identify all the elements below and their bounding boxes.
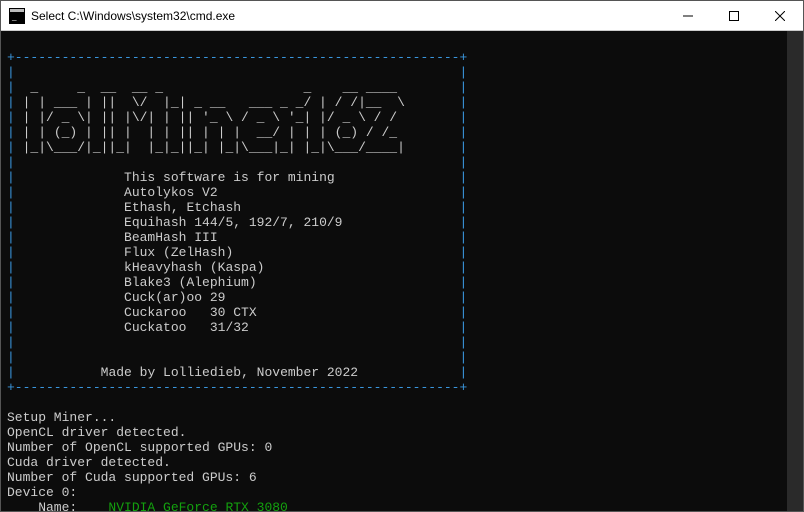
algo-item: Blake3 (Alephium) xyxy=(124,275,257,290)
gpu-name-label: Name: xyxy=(7,500,108,511)
box-border-side: | xyxy=(7,350,15,365)
box-border-side: | xyxy=(460,290,468,305)
box-border-side: | xyxy=(7,245,15,260)
status-line: Device 0: xyxy=(7,485,77,500)
cmd-window: _ Select C:\Windows\system32\cmd.exe +--… xyxy=(0,0,804,512)
box-border-side: | xyxy=(7,320,15,335)
box-border-side: | xyxy=(460,155,468,170)
algo-item: Cuck(ar)oo 29 xyxy=(124,290,225,305)
box-border-side: | xyxy=(460,230,468,245)
ascii-art-line: | |/ _ \| || |\/| | || '_ \ / _ \ '_| |/… xyxy=(15,110,413,125)
intro-text: This software is for mining xyxy=(124,170,335,185)
box-border-side: | xyxy=(460,350,468,365)
box-border-side: | xyxy=(7,275,15,290)
box-border-side: | xyxy=(460,305,468,320)
box-border-side: | xyxy=(7,230,15,245)
box-border-side: | xyxy=(460,320,468,335)
box-border-side: | xyxy=(7,215,15,230)
minimize-button[interactable] xyxy=(665,1,711,30)
box-border-side: | xyxy=(7,335,15,350)
box-border-side: | xyxy=(7,290,15,305)
box-border-side: | xyxy=(460,65,468,80)
box-border-side: | xyxy=(460,215,468,230)
algo-item: Autolykos V2 xyxy=(124,185,218,200)
algo-item: Ethash, Etchash xyxy=(124,200,241,215)
box-border-side: | xyxy=(7,65,15,80)
maximize-button[interactable] xyxy=(711,1,757,30)
window-title: Select C:\Windows\system32\cmd.exe xyxy=(31,9,235,23)
ascii-art-line: | | (_) | || | | | || | | | __/ | | | (_… xyxy=(15,125,413,140)
box-border-side: | xyxy=(460,140,468,155)
box-border-side: | xyxy=(460,200,468,215)
box-border-side: | xyxy=(7,260,15,275)
ascii-art-line: | | ___ | || \/ |_| _ __ ___ _ _/ | / /|… xyxy=(15,95,413,110)
svg-text:_: _ xyxy=(11,12,17,22)
box-border-side: | xyxy=(7,305,15,320)
terminal-output[interactable]: +---------------------------------------… xyxy=(1,31,803,511)
box-border-top: +---------------------------------------… xyxy=(7,50,467,65)
box-border-side: | xyxy=(7,110,15,125)
algo-item: kHeavyhash (Kaspa) xyxy=(124,260,264,275)
status-line: Number of OpenCL supported GPUs: 0 xyxy=(7,440,272,455)
box-border-bottom: +---------------------------------------… xyxy=(7,380,467,395)
box-border-side: | xyxy=(460,365,468,380)
algo-item: Equihash 144/5, 192/7, 210/9 xyxy=(124,215,342,230)
box-border-side: | xyxy=(460,275,468,290)
credit-text: Made by Lolliedieb, November 2022 xyxy=(101,365,358,380)
box-border-side: | xyxy=(7,365,15,380)
close-button[interactable] xyxy=(757,1,803,30)
box-border-side: | xyxy=(7,125,15,140)
box-border-side: | xyxy=(460,260,468,275)
box-border-side: | xyxy=(460,95,468,110)
titlebar[interactable]: _ Select C:\Windows\system32\cmd.exe xyxy=(1,1,803,31)
box-border-side: | xyxy=(7,95,15,110)
algo-item: BeamHash III xyxy=(124,230,218,245)
scrollbar[interactable] xyxy=(787,31,803,511)
algo-item: Flux (ZelHash) xyxy=(124,245,233,260)
box-border-side: | xyxy=(7,155,15,170)
status-line: OpenCL driver detected. xyxy=(7,425,186,440)
ascii-art-line: _ _ __ __ _ _ __ ____ xyxy=(15,80,413,95)
box-border-side: | xyxy=(460,170,468,185)
scrollbar-thumb[interactable] xyxy=(787,31,803,511)
box-border-side: | xyxy=(7,170,15,185)
box-border-side: | xyxy=(460,110,468,125)
box-border-side: | xyxy=(7,80,15,95)
algo-item: Cuckaroo 30 CTX xyxy=(124,305,257,320)
box-border-side: | xyxy=(7,140,15,155)
gpu-name-value: NVIDIA GeForce RTX 3080 xyxy=(108,500,287,511)
box-border-side: | xyxy=(460,335,468,350)
box-border-side: | xyxy=(7,185,15,200)
box-border-side: | xyxy=(7,200,15,215)
status-line: Setup Miner... xyxy=(7,410,116,425)
box-border-side: | xyxy=(460,125,468,140)
algo-item: Cuckatoo 31/32 xyxy=(124,320,249,335)
status-line: Cuda driver detected. xyxy=(7,455,171,470)
box-border-side: | xyxy=(460,80,468,95)
box-border-side: | xyxy=(460,185,468,200)
cmd-icon: _ xyxy=(9,8,25,24)
status-line: Number of Cuda supported GPUs: 6 xyxy=(7,470,257,485)
box-border-side: | xyxy=(460,245,468,260)
ascii-art-line: |_|\___/|_||_| |_|_||_| |_|\___|_| |_|\_… xyxy=(15,140,413,155)
